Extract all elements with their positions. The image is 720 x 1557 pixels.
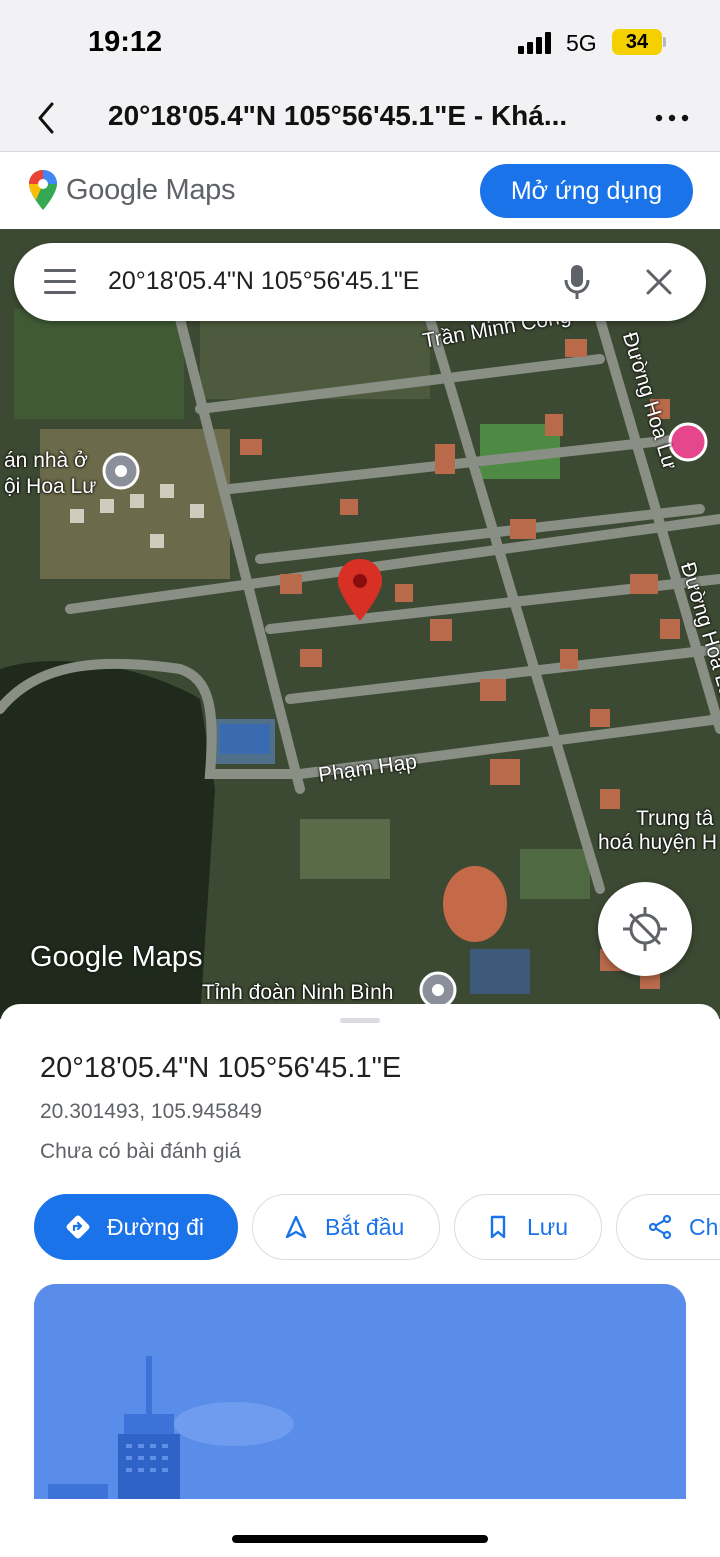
cellular-signal-icon [518,32,552,54]
status-bar: 19:12 5G 34 [0,0,720,86]
save-label: Lưu [527,1213,568,1240]
browser-title-bar: 20°18'05.4"N 105°56'45.1"E - Khá... [0,86,720,152]
maps-web-banner: Google Maps Mở ứng dụng [0,153,720,229]
battery-icon: 34 [612,29,662,55]
location-disabled-icon [623,907,667,951]
share-icon [648,1214,672,1240]
poi-label: ội Hoa Lư [4,475,97,498]
battery-cap [663,37,666,47]
poi-label: Tỉnh đoàn Ninh Bình [202,981,394,1004]
google-maps-logo: Google Maps [28,169,235,211]
street-view-preview-card[interactable] [34,1284,686,1499]
start-button[interactable]: Bắt đầu [252,1194,440,1260]
more-horizontal-icon [655,114,689,122]
directions-button[interactable]: Đường đi [34,1194,238,1260]
chevron-left-icon [38,102,54,134]
poi-label: Trung tâ [636,807,714,830]
mic-icon[interactable] [562,263,592,301]
my-location-button[interactable] [598,882,692,976]
open-app-button[interactable]: Mở ứng dụng [480,164,693,218]
save-button[interactable]: Lưu [454,1194,602,1260]
city-illustration [34,1284,686,1499]
menu-icon[interactable] [44,269,76,295]
map-view[interactable]: Trần Minh Công Đường Hoa Lư Đường Hoa Lư… [0,229,720,1019]
start-label: Bắt đầu [325,1213,405,1240]
search-input[interactable]: 20°18'05.4"N 105°56'45.1"E [108,267,419,296]
place-reviews: Chưa có bài đánh giá [40,1140,241,1163]
google-maps-logo-text: Google Maps [66,173,236,206]
network-type: 5G [566,30,597,56]
place-decimal-coordinates: 20.301493, 105.945849 [40,1100,262,1123]
share-label: Chi [689,1213,720,1240]
battery-level: 34 [625,31,649,53]
more-options-button[interactable] [654,106,690,130]
place-bottom-sheet: 20°18'05.4"N 105°56'45.1"E 20.301493, 10… [0,1004,720,1557]
directions-icon [66,1215,90,1239]
directions-label: Đường đi [107,1213,204,1240]
poi-label: hoá huyện H [598,831,718,854]
home-indicator[interactable] [232,1535,488,1543]
maps-pin-logo-icon [29,170,57,210]
status-time: 19:12 [88,26,163,58]
place-title: 20°18'05.4"N 105°56'45.1"E [40,1052,402,1084]
share-button[interactable]: Chi [616,1194,720,1260]
bookmark-icon [490,1215,506,1239]
search-bar[interactable]: 20°18'05.4"N 105°56'45.1"E [14,243,706,321]
navigation-arrow-icon [285,1215,307,1239]
page-title: 20°18'05.4"N 105°56'45.1"E - Khá... [108,100,568,131]
poi-label: án nhà ở [4,449,88,472]
back-button[interactable] [30,100,64,136]
close-icon[interactable] [644,267,674,297]
drag-handle[interactable] [340,1018,380,1023]
map-watermark: Google Maps [30,941,203,973]
